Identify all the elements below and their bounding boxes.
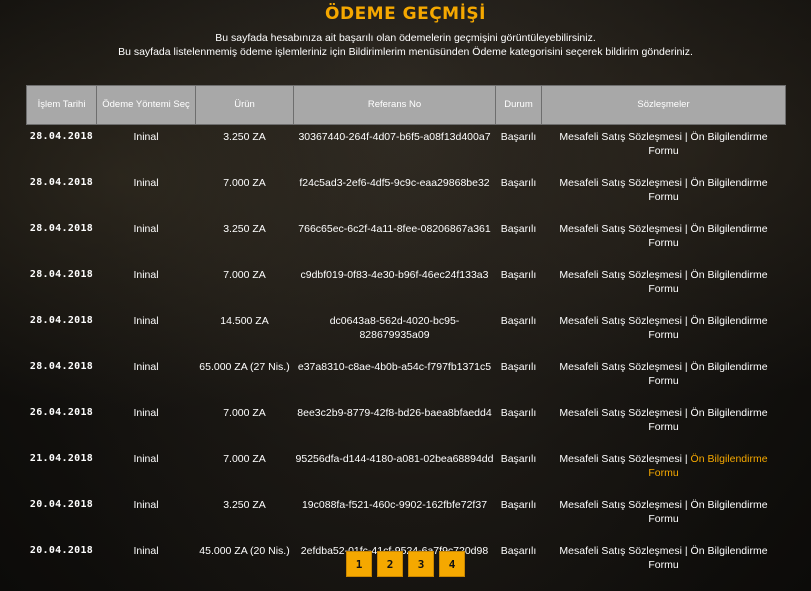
contracts-cell: Mesafeli Satış Sözleşmesi | Ön Bilgilend… bbox=[542, 447, 786, 493]
contracts-cell: Mesafeli Satış Sözleşmesi | Ön Bilgilend… bbox=[542, 263, 786, 309]
reference-cell: 19c088fa-f521-460c-9902-162fbfe72f37 bbox=[301, 499, 488, 511]
page-button-2[interactable]: 2 bbox=[377, 551, 403, 577]
distance-sales-contract-link[interactable]: Mesafeli Satış Sözleşmesi bbox=[559, 407, 682, 419]
status-cell: Başarılı bbox=[500, 407, 537, 419]
link-separator: | bbox=[681, 453, 691, 465]
method-cell: Ininal bbox=[133, 361, 159, 373]
header-product: Ürün bbox=[195, 85, 294, 125]
contracts-cell: Mesafeli Satış Sözleşmesi | Ön Bilgilend… bbox=[542, 171, 786, 217]
date-cell: 28.04.2018 bbox=[29, 361, 94, 372]
contracts-cell: Mesafeli Satış Sözleşmesi | Ön Bilgilend… bbox=[542, 401, 786, 447]
table-row: 28.04.2018 Ininal 7.000 ZA f24c5ad3-2ef6-4d… bbox=[27, 171, 786, 217]
distance-sales-contract-link[interactable]: Mesafeli Satış Sözleşmesi bbox=[559, 361, 682, 373]
table-row: 28.04.2018 Ininal 14.500 ZA dc0643a8-562d-4… bbox=[27, 309, 786, 355]
reference-cell: 8ee3c2b9-8779-42f8-bd26-baea8bfaedd4 bbox=[297, 407, 492, 419]
status-cell: Başarılı bbox=[500, 499, 537, 511]
link-separator: | bbox=[681, 361, 691, 373]
pagination: 1234 bbox=[0, 551, 811, 577]
contracts-cell: Mesafeli Satış Sözleşmesi | Ön Bilgilend… bbox=[542, 217, 786, 263]
page-description: Bu sayfada hesabınıza ait başarılı olan … bbox=[0, 30, 811, 61]
status-cell: Başarılı bbox=[500, 453, 537, 465]
link-separator: | bbox=[681, 131, 691, 143]
date-cell: 28.04.2018 bbox=[29, 269, 94, 280]
date-cell: 20.04.2018 bbox=[29, 499, 94, 510]
page-button-1[interactable]: 1 bbox=[346, 551, 372, 577]
distance-sales-contract-link[interactable]: Mesafeli Satış Sözleşmesi bbox=[559, 269, 682, 281]
method-cell: Ininal bbox=[133, 315, 159, 327]
distance-sales-contract-link[interactable]: Mesafeli Satış Sözleşmesi bbox=[559, 453, 682, 465]
table-row: 28.04.2018 Ininal 7.000 ZA c9dbf019-0f83-4e… bbox=[27, 263, 786, 309]
reference-cell: e37a8310-c8ae-4b0b-a54c-f797fb1371c5 bbox=[297, 361, 492, 373]
date-cell: 28.04.2018 bbox=[29, 177, 94, 188]
product-cell: 7.000 ZA bbox=[223, 453, 266, 465]
page-button-4[interactable]: 4 bbox=[439, 551, 465, 577]
page-title: ÖDEME GEÇMİŞİ bbox=[325, 4, 486, 24]
distance-sales-contract-link[interactable]: Mesafeli Satış Sözleşmesi bbox=[559, 177, 682, 189]
product-cell: 7.000 ZA bbox=[223, 407, 266, 419]
date-cell: 26.04.2018 bbox=[29, 407, 94, 418]
table-row: 21.04.2018 Ininal 7.000 ZA 95256dfa-d144-41… bbox=[27, 447, 786, 493]
link-separator: | bbox=[681, 407, 691, 419]
distance-sales-contract-link[interactable]: Mesafeli Satış Sözleşmesi bbox=[559, 223, 682, 235]
reference-cell: 95256dfa-d144-4180-a081-02bea68894dd bbox=[295, 453, 494, 465]
date-cell: 28.04.2018 bbox=[29, 131, 94, 142]
table-row: 28.04.2018 Ininal 3.250 ZA 30367440-264f-4d… bbox=[27, 125, 786, 172]
status-cell: Başarılı bbox=[500, 315, 537, 327]
header-method: Ödeme Yöntemi Seç bbox=[96, 85, 196, 125]
method-cell: Ininal bbox=[133, 269, 159, 281]
product-cell: 3.250 ZA bbox=[223, 131, 266, 143]
header-contracts: Sözleşmeler bbox=[541, 85, 786, 125]
method-cell: Ininal bbox=[133, 407, 159, 419]
status-cell: Başarılı bbox=[500, 269, 537, 281]
table-row: 28.04.2018 Ininal 65.000 ZA (27 Nis.) e37a8… bbox=[27, 355, 786, 401]
distance-sales-contract-link[interactable]: Mesafeli Satış Sözleşmesi bbox=[559, 315, 682, 327]
header-date: İşlem Tarihi bbox=[26, 85, 97, 125]
status-cell: Başarılı bbox=[500, 131, 537, 143]
method-cell: Ininal bbox=[133, 453, 159, 465]
table-header-row: İşlem Tarihi Ödeme Yöntemi Seç Ürün Refe… bbox=[26, 85, 786, 125]
date-cell: 28.04.2018 bbox=[29, 315, 94, 326]
description-line-2: Bu sayfada listelenmemiş ödeme işlemleri… bbox=[118, 46, 693, 58]
header-reference: Referans No bbox=[293, 85, 496, 125]
status-cell: Başarılı bbox=[500, 177, 537, 189]
link-separator: | bbox=[681, 315, 691, 327]
contracts-cell: Mesafeli Satış Sözleşmesi | Ön Bilgilend… bbox=[542, 493, 786, 539]
product-cell: 65.000 ZA (27 Nis.) bbox=[199, 361, 290, 373]
distance-sales-contract-link[interactable]: Mesafeli Satış Sözleşmesi bbox=[559, 499, 682, 511]
status-cell: Başarılı bbox=[500, 361, 537, 373]
table-row: 20.04.2018 Ininal 3.250 ZA 19c088fa-f521-46… bbox=[27, 493, 786, 539]
product-cell: 3.250 ZA bbox=[223, 223, 266, 235]
product-cell: 7.000 ZA bbox=[223, 177, 266, 189]
reference-cell: dc0643a8-562d-4020-bc95-828679935a09 bbox=[329, 315, 460, 341]
contracts-cell: Mesafeli Satış Sözleşmesi | Ön Bilgilend… bbox=[542, 125, 786, 172]
status-cell: Başarılı bbox=[500, 223, 537, 235]
date-cell: 28.04.2018 bbox=[29, 223, 94, 234]
method-cell: Ininal bbox=[133, 131, 159, 143]
reference-cell: f24c5ad3-2ef6-4df5-9c9c-eaa29868be32 bbox=[299, 177, 490, 189]
payment-history-table: İşlem Tarihi Ödeme Yöntemi Seç Ürün Refe… bbox=[26, 85, 786, 585]
contracts-cell: Mesafeli Satış Sözleşmesi | Ön Bilgilend… bbox=[542, 309, 786, 355]
header-status: Durum bbox=[495, 85, 542, 125]
method-cell: Ininal bbox=[133, 499, 159, 511]
product-cell: 7.000 ZA bbox=[223, 269, 266, 281]
page-button-3[interactable]: 3 bbox=[408, 551, 434, 577]
link-separator: | bbox=[681, 223, 691, 235]
distance-sales-contract-link[interactable]: Mesafeli Satış Sözleşmesi bbox=[559, 131, 682, 143]
table-row: 28.04.2018 Ininal 3.250 ZA 766c65ec-6c2f-4a… bbox=[27, 217, 786, 263]
link-separator: | bbox=[681, 499, 691, 511]
date-cell: 21.04.2018 bbox=[29, 453, 94, 464]
reference-cell: 30367440-264f-4d07-b6f5-a08f13d400a7 bbox=[298, 131, 491, 143]
table-row: 26.04.2018 Ininal 7.000 ZA 8ee3c2b9-8779-42… bbox=[27, 401, 786, 447]
description-line-1: Bu sayfada hesabınıza ait başarılı olan … bbox=[215, 32, 596, 44]
contracts-cell: Mesafeli Satış Sözleşmesi | Ön Bilgilend… bbox=[542, 355, 786, 401]
link-separator: | bbox=[681, 269, 691, 281]
method-cell: Ininal bbox=[133, 223, 159, 235]
product-cell: 14.500 ZA bbox=[220, 315, 269, 327]
reference-cell: 766c65ec-6c2f-4a11-8fee-08206867a361 bbox=[298, 223, 491, 235]
reference-cell: c9dbf019-0f83-4e30-b96f-46ec24f133a3 bbox=[300, 269, 489, 281]
method-cell: Ininal bbox=[133, 177, 159, 189]
payment-history-page: ÖDEME GEÇMİŞİ Bu sayfada hesabınıza ait … bbox=[0, 0, 811, 61]
link-separator: | bbox=[681, 177, 691, 189]
product-cell: 3.250 ZA bbox=[223, 499, 266, 511]
